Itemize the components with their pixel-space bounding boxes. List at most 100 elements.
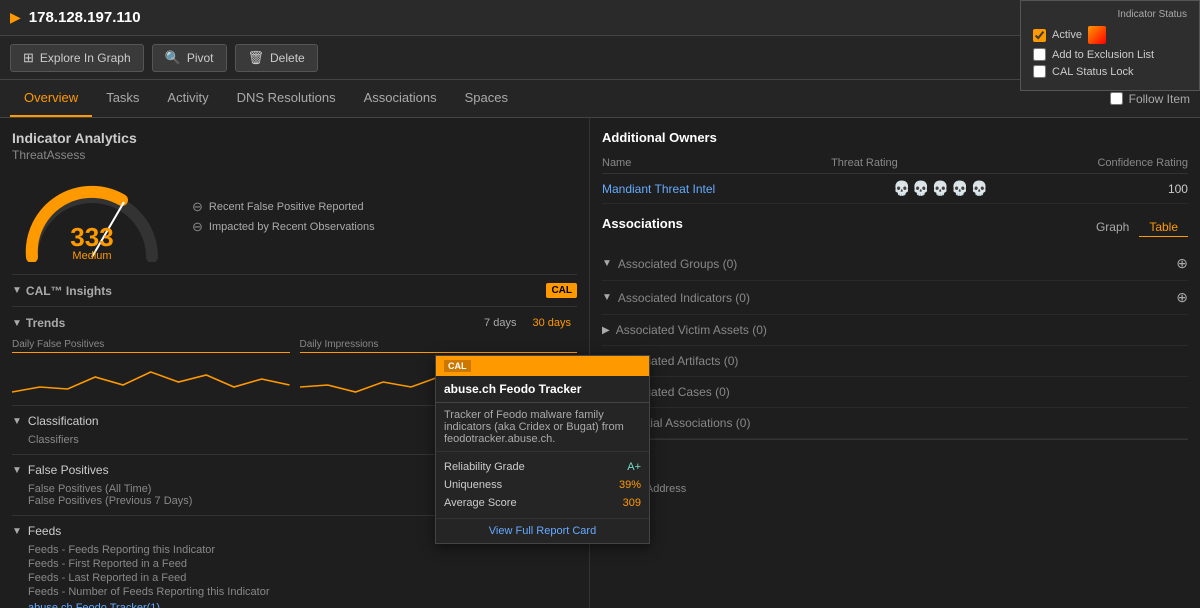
mandiant-link[interactable]: Mandiant Threat Intel bbox=[602, 182, 715, 196]
indicators-label: Associated Indicators (0) bbox=[618, 291, 750, 305]
pivot-icon: 🔍 bbox=[165, 50, 181, 66]
time-30days[interactable]: 30 days bbox=[526, 315, 577, 331]
gauge-note-2: ⊖ Impacted by Recent Observations bbox=[192, 219, 375, 235]
note-text-2: Impacted by Recent Observations bbox=[209, 221, 375, 233]
indicators-add-icon[interactable]: ⊕ bbox=[1176, 289, 1188, 306]
assoc-tabs: Graph Table bbox=[1086, 218, 1188, 237]
associations-section: Associations Graph Table ▼ Associated Gr… bbox=[602, 216, 1188, 439]
time-buttons: 7 days 30 days bbox=[478, 315, 577, 331]
cal-lock-checkbox[interactable] bbox=[1033, 65, 1046, 78]
avg-score-value: 309 bbox=[623, 497, 641, 509]
mandiant-logo bbox=[1088, 26, 1106, 44]
gauge-container: 333 Medium bbox=[12, 172, 172, 262]
uniqueness-label: Uniqueness bbox=[444, 479, 502, 491]
feeds-item-3: Feeds - Last Reported in a Feed bbox=[28, 572, 577, 584]
trends-chevron: ▼ bbox=[12, 318, 22, 329]
explore-label: Explore In Graph bbox=[40, 51, 131, 65]
cal-popup-stats: Reliability Grade A+ Uniqueness 39% Aver… bbox=[436, 452, 649, 518]
active-checkbox[interactable] bbox=[1033, 29, 1046, 42]
cal-popup-footer: View Full Report Card bbox=[436, 518, 649, 543]
groups-add-icon[interactable]: ⊕ bbox=[1176, 255, 1188, 272]
uniqueness-value: 39% bbox=[619, 479, 641, 491]
assoc-header: Associations Graph Table bbox=[602, 216, 1188, 239]
gauge-notes: ⊖ Recent False Positive Reported ⊖ Impac… bbox=[192, 199, 375, 235]
indicator-analytics-title: Indicator Analytics bbox=[12, 130, 577, 146]
tab-dns[interactable]: DNS Resolutions bbox=[223, 80, 350, 117]
follow-checkbox[interactable] bbox=[1110, 92, 1123, 105]
gauge-note-1: ⊖ Recent False Positive Reported bbox=[192, 199, 375, 215]
classifiers-label: Classifiers bbox=[28, 434, 79, 446]
groups-label: Associated Groups (0) bbox=[618, 257, 737, 271]
status-exclusion[interactable]: Add to Exclusion List bbox=[1033, 48, 1187, 61]
delete-button[interactable]: 🗑 Delete bbox=[235, 44, 318, 72]
threat-icons: 💀💀💀💀💀 bbox=[893, 180, 990, 197]
trends-label: Trends bbox=[26, 316, 65, 330]
threat-assess-title: ThreatAssess bbox=[12, 148, 577, 162]
exclusion-label: Add to Exclusion List bbox=[1052, 49, 1154, 61]
tab-overview[interactable]: Overview bbox=[10, 80, 92, 117]
feed-link[interactable]: abuse.ch Feodo Tracker(1) bbox=[28, 602, 160, 608]
explore-graph-button[interactable]: ⊞ Explore In Graph bbox=[10, 44, 144, 72]
owners-row-1: Mandiant Threat Intel 💀💀💀💀💀 100 bbox=[602, 174, 1188, 204]
false-positives-svg bbox=[12, 357, 290, 397]
details-header: Type Address bbox=[602, 483, 1188, 499]
additional-owners-title: Additional Owners bbox=[602, 130, 1188, 145]
right-panel: Additional Owners Name Threat Rating Con… bbox=[590, 118, 1200, 608]
status-active[interactable]: Active bbox=[1033, 26, 1187, 44]
cal-popup-description: Tracker of Feodo malware family indicato… bbox=[436, 403, 649, 452]
cal-insights-toggle[interactable]: ▼ CAL™ Insights bbox=[12, 284, 112, 298]
cal-insights-section: ▼ CAL™ Insights CAL bbox=[12, 274, 577, 298]
indicators-chevron: ▼ bbox=[602, 292, 612, 303]
feeds-item-1: Feeds - Feeds Reporting this Indicator bbox=[28, 544, 577, 556]
indicator-status-panel: Indicator Status Active Add to Exclusion… bbox=[1020, 0, 1200, 91]
note-icon-1: ⊖ bbox=[192, 199, 203, 215]
details-title: Details bbox=[602, 448, 1188, 475]
cal-insights-header: ▼ CAL™ Insights CAL bbox=[12, 283, 577, 298]
trends-header: ▼ Trends 7 days 30 days bbox=[12, 315, 577, 331]
status-cal-lock[interactable]: CAL Status Lock bbox=[1033, 65, 1187, 78]
note-text-1: Recent False Positive Reported bbox=[209, 201, 364, 213]
assoc-tab-table[interactable]: Table bbox=[1139, 218, 1188, 237]
gauge-level: Medium bbox=[70, 250, 113, 262]
assoc-tab-graph[interactable]: Graph bbox=[1086, 218, 1139, 237]
cal-chevron: ▼ bbox=[12, 285, 22, 296]
cal-badge: CAL bbox=[546, 283, 577, 298]
gauge-number: 333 bbox=[70, 224, 113, 250]
fp-chevron: ▼ bbox=[12, 465, 22, 476]
false-positives-title: False Positives bbox=[28, 463, 109, 477]
avg-score-label: Average Score bbox=[444, 497, 517, 509]
confidence-value: 100 bbox=[1168, 182, 1188, 196]
classification-title: Classification bbox=[28, 414, 99, 428]
feeds-title: Feeds bbox=[28, 524, 61, 538]
feeds-body: Feeds - Feeds Reporting this Indicator F… bbox=[12, 538, 577, 608]
reliability-label: Reliability Grade bbox=[444, 461, 525, 473]
exclusion-checkbox[interactable] bbox=[1033, 48, 1046, 61]
cal-popup-title: abuse.ch Feodo Tracker bbox=[436, 376, 649, 403]
impressions-label: Daily Impressions bbox=[300, 339, 578, 353]
reliability-value: A+ bbox=[627, 461, 641, 473]
trends-toggle[interactable]: ▼ Trends bbox=[12, 316, 65, 330]
tab-activity[interactable]: Activity bbox=[153, 80, 222, 117]
details-section: Details Type Address bbox=[602, 439, 1188, 499]
assoc-artifacts: ▶ Associated Artifacts (0) bbox=[602, 346, 1188, 377]
assoc-potential: ▶ Potential Associations (0) bbox=[602, 408, 1188, 439]
false-positives-label: Daily False Positives bbox=[12, 339, 290, 353]
feeds-item-4: Feeds - Number of Feeds Reporting this I… bbox=[28, 586, 577, 598]
pivot-button[interactable]: 🔍 Pivot bbox=[152, 44, 227, 72]
view-report-button[interactable]: View Full Report Card bbox=[444, 525, 641, 537]
feeds-item-2: Feeds - First Reported in a Feed bbox=[28, 558, 577, 570]
cal-popup-badge: CAL bbox=[444, 360, 471, 372]
cal-popup-header: CAL bbox=[436, 356, 649, 376]
pivot-label: Pivot bbox=[187, 51, 214, 65]
explore-icon: ⊞ bbox=[23, 50, 34, 66]
assoc-victim-assets: ▶ Associated Victim Assets (0) bbox=[602, 315, 1188, 346]
time-7days[interactable]: 7 days bbox=[478, 315, 522, 331]
threat-assess-section: 333 Medium ⊖ Recent False Positive Repor… bbox=[12, 172, 577, 262]
assoc-title: Associations bbox=[602, 216, 683, 231]
tab-spaces[interactable]: Spaces bbox=[451, 80, 522, 117]
class-chevron: ▼ bbox=[12, 416, 22, 427]
tab-associations[interactable]: Associations bbox=[350, 80, 451, 117]
tab-tasks[interactable]: Tasks bbox=[92, 80, 153, 117]
victim-chevron: ▶ bbox=[602, 325, 610, 336]
victim-label: Associated Victim Assets (0) bbox=[616, 323, 767, 337]
